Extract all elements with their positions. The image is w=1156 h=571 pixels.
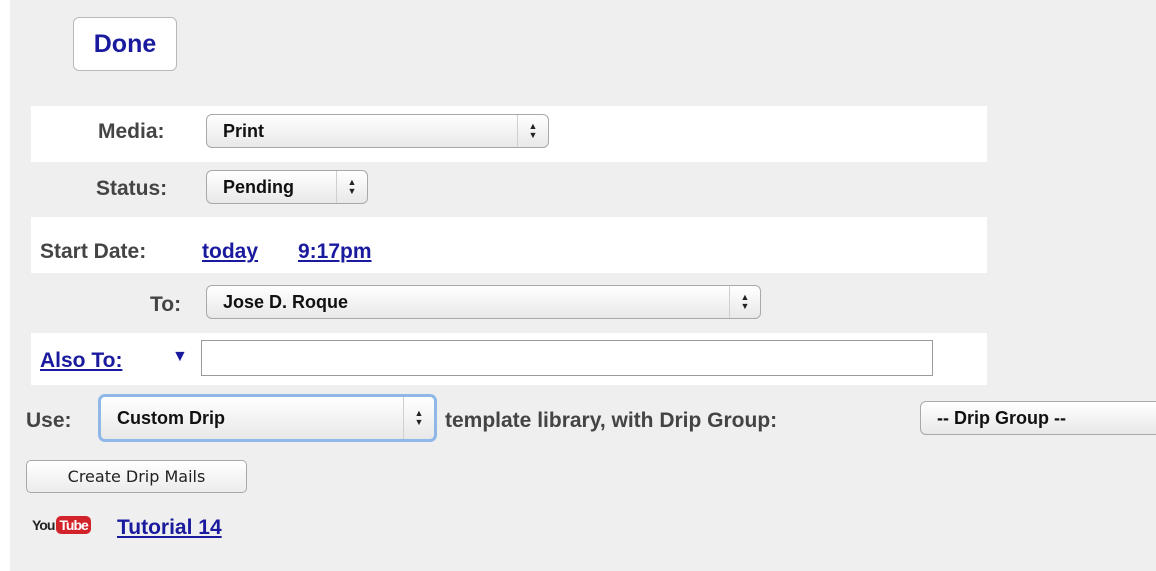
status-label: Status: — [96, 177, 168, 200]
select-arrows-icon: ▲ ▼ — [336, 171, 367, 203]
status-select[interactable]: Pending ▲ ▼ — [206, 170, 368, 204]
to-select-value: Jose D. Roque — [223, 291, 349, 312]
tutorial-link[interactable]: Tutorial 14 — [117, 516, 222, 540]
drip-group-select-value: -- Drip Group -- — [937, 407, 1066, 428]
status-select-value: Pending — [223, 176, 294, 197]
start-time-link[interactable]: 9:17pm — [298, 240, 372, 264]
use-select[interactable]: Custom Drip ▲ ▼ — [98, 394, 437, 442]
dropdown-arrow-icon[interactable]: ▼ — [172, 348, 188, 366]
done-button[interactable]: Done — [73, 17, 177, 71]
select-arrows-icon: ▲ ▼ — [729, 286, 760, 318]
use-select-value: Custom Drip — [117, 407, 225, 428]
also-to-input[interactable] — [201, 340, 933, 376]
media-select-value: Print — [223, 120, 265, 141]
to-label: To: — [150, 293, 182, 316]
to-select[interactable]: Jose D. Roque ▲ ▼ — [206, 285, 761, 319]
use-suffix-text: template library, with Drip Group: — [445, 409, 778, 432]
select-arrows-icon: ▲ ▼ — [403, 397, 434, 439]
youtube-logo-icon: You Tube — [32, 512, 91, 538]
create-drip-mails-button[interactable]: Create Drip Mails — [26, 460, 247, 493]
also-to-link[interactable]: Also To: — [40, 349, 122, 373]
use-label: Use: — [26, 409, 72, 432]
start-date-label: Start Date: — [40, 240, 147, 263]
drip-group-select[interactable]: -- Drip Group -- — [920, 401, 1156, 435]
start-date-link[interactable]: today — [202, 240, 258, 264]
media-label: Media: — [98, 120, 165, 143]
media-select[interactable]: Print ▲ ▼ — [206, 114, 549, 148]
select-arrows-icon: ▲ ▼ — [517, 115, 548, 147]
start-date-row — [31, 217, 987, 273]
